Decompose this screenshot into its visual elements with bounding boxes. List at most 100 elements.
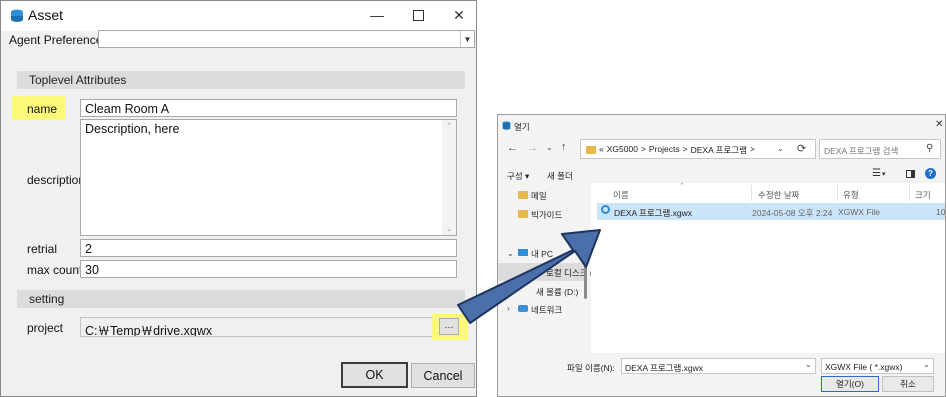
ok-button[interactable]: OK	[341, 362, 408, 388]
filetype-select[interactable]: XGWX File ( *.xgwx) ⌄	[821, 358, 934, 374]
column-divider[interactable]	[837, 185, 838, 201]
chevron-right-icon[interactable]: ›	[507, 304, 510, 313]
chevron-down-icon[interactable]: ⌄	[507, 249, 514, 258]
section-setting: setting	[17, 290, 465, 308]
scroll-up-icon[interactable]: ⌃	[442, 122, 456, 130]
breadcrumb-dexa[interactable]: DEXA 프로그램	[691, 144, 747, 156]
section-toplevel-attributes: Toplevel Attributes	[17, 71, 465, 89]
nav-scrollbar-thumb[interactable]	[584, 239, 587, 299]
nav-item-network[interactable]: 네트워크	[531, 304, 562, 316]
help-icon[interactable]: ?	[925, 168, 936, 179]
refresh-icon[interactable]: ⟳	[797, 142, 806, 155]
agent-preference-label: Agent Preference:	[9, 33, 106, 47]
retrial-input[interactable]: 2	[80, 239, 457, 257]
nav-item-this-pc[interactable]: 내 PC	[531, 248, 553, 260]
navigation-pane: 메일 빅가이드 ⌄ 내 PC 로컬 디스크 (C 새 볼륨 (D:) › 네트워…	[498, 183, 599, 353]
recent-chevron-icon[interactable]: ⌄	[546, 143, 553, 152]
back-icon[interactable]: ←	[507, 142, 518, 154]
sort-arrow-icon: ⌃	[679, 183, 685, 190]
breadcrumb-projects[interactable]: Projects	[649, 144, 680, 156]
table-row[interactable]: DEXA 프로그램.xgwx 2024-05-08 오후 2:24 XGWX F…	[597, 203, 945, 220]
retrial-label: retrial	[27, 242, 58, 256]
max-count-input[interactable]: 30	[80, 260, 457, 278]
name-label: name	[27, 102, 58, 116]
search-icon: ⚲	[926, 143, 934, 154]
breadcrumb-sep: >	[749, 144, 755, 154]
folder-icon	[518, 210, 528, 218]
cancel-button[interactable]: 취소	[882, 376, 934, 392]
new-folder-button[interactable]: 새 폴더	[547, 170, 573, 182]
file-name: DEXA 프로그램.xgwx	[614, 208, 693, 218]
cancel-button[interactable]: Cancel	[411, 363, 475, 388]
open-button-label: 열기(O)	[836, 379, 864, 389]
open-file-dialog: 열기 ✕ ← → ⌄ ↑ « XG5000 > Projects > DEXA …	[497, 114, 946, 397]
file-type: XGWX File	[838, 207, 881, 217]
xgwx-file-icon	[601, 205, 610, 214]
column-header-size[interactable]: 크기	[915, 189, 931, 201]
breadcrumb-sep: >	[682, 144, 688, 154]
column-header-name[interactable]: 이름	[613, 189, 629, 201]
network-icon	[518, 305, 528, 312]
minimize-button[interactable]: —	[365, 4, 389, 26]
open-title-bar	[498, 115, 945, 137]
folder-icon	[518, 191, 528, 199]
pc-icon	[518, 249, 528, 256]
description-textarea[interactable]: Description, here	[80, 119, 457, 236]
close-button[interactable]: ✕	[447, 4, 471, 26]
search-placeholder: DEXA 프로그램 검색	[824, 146, 899, 156]
organize-menu[interactable]: 구성 ▾	[507, 170, 529, 182]
filename-value: DEXA 프로그램.xgwx	[625, 363, 704, 373]
column-divider[interactable]	[751, 185, 752, 201]
open-button[interactable]: 열기(O)	[821, 376, 879, 392]
chevron-down-icon[interactable]: ⌄	[805, 360, 812, 369]
nav-item-new-volume[interactable]: 새 볼륨 (D:)	[536, 286, 578, 298]
asset-title: Asset	[28, 7, 64, 23]
column-header-type[interactable]: 유형	[843, 189, 859, 201]
close-icon: ✕	[453, 6, 465, 23]
filename-input[interactable]: DEXA 프로그램.xgwx ⌄	[621, 358, 816, 374]
search-box[interactable]: DEXA 프로그램 검색 ⚲	[819, 139, 941, 159]
scroll-down-icon[interactable]: ⌄	[442, 225, 456, 233]
file-date: 2024-05-08 오후 2:24	[752, 208, 833, 218]
chevron-down-icon[interactable]: ▼	[460, 31, 474, 47]
filename-label: 파일 이름(N):	[567, 363, 615, 373]
breadcrumb-xg5000[interactable]: XG5000	[607, 144, 638, 156]
breadcrumb-sep: >	[640, 144, 646, 154]
maximize-icon	[412, 9, 424, 21]
max-count-label: max count	[27, 263, 83, 277]
project-label: project	[27, 321, 64, 335]
nav-item[interactable]: 메일	[531, 190, 547, 202]
chevron-down-icon[interactable]: ▾	[882, 170, 886, 178]
close-icon[interactable]: ✕	[935, 119, 943, 130]
asset-dialog: Asset — ✕ Agent Preference: ▼ Toplevel A…	[0, 0, 477, 397]
chevron-down-icon[interactable]: ⌄	[923, 360, 930, 369]
preview-pane-icon[interactable]	[906, 170, 915, 178]
column-divider[interactable]	[909, 185, 910, 201]
project-path-input[interactable]: C:￦Temp￦drive.xgwx	[80, 317, 440, 337]
breadcrumb: « XG5000 > Projects > DEXA 프로그램 >	[599, 144, 755, 156]
minimize-icon: —	[370, 7, 384, 23]
name-input[interactable]: Cleam Room A	[80, 99, 457, 117]
database-icon	[502, 121, 511, 130]
address-bar[interactable]: « XG5000 > Projects > DEXA 프로그램 > ⌄ ⟳	[580, 139, 816, 159]
agent-preference-select[interactable]	[98, 30, 475, 48]
asset-title-bar	[1, 1, 476, 31]
file-size: 10	[936, 207, 946, 217]
description-scrollbar[interactable]: ⌃ ⌄	[442, 120, 456, 235]
column-header-date[interactable]: 수정한 날짜	[758, 189, 799, 201]
view-options-icon[interactable]: ☰	[872, 168, 881, 179]
folder-icon	[586, 146, 596, 154]
nav-item[interactable]: 빅가이드	[531, 209, 562, 221]
forward-icon[interactable]: →	[527, 142, 538, 154]
cancel-button-label: 취소	[900, 379, 916, 389]
maximize-button[interactable]	[406, 4, 430, 26]
filetype-value: XGWX File ( *.xgwx)	[825, 362, 903, 372]
file-list: ⌃ 이름 수정한 날짜 유형 크기 DEXA 프로그램.xgwx 2024-05…	[591, 183, 945, 353]
up-icon[interactable]: ↑	[561, 141, 567, 153]
database-icon	[11, 9, 23, 22]
description-label: description	[27, 173, 86, 187]
browse-button[interactable]: ···	[439, 318, 459, 335]
breadcrumb-part: «	[599, 144, 604, 154]
open-title: 열기	[514, 122, 530, 132]
chevron-down-icon[interactable]: ⌄	[777, 144, 784, 153]
